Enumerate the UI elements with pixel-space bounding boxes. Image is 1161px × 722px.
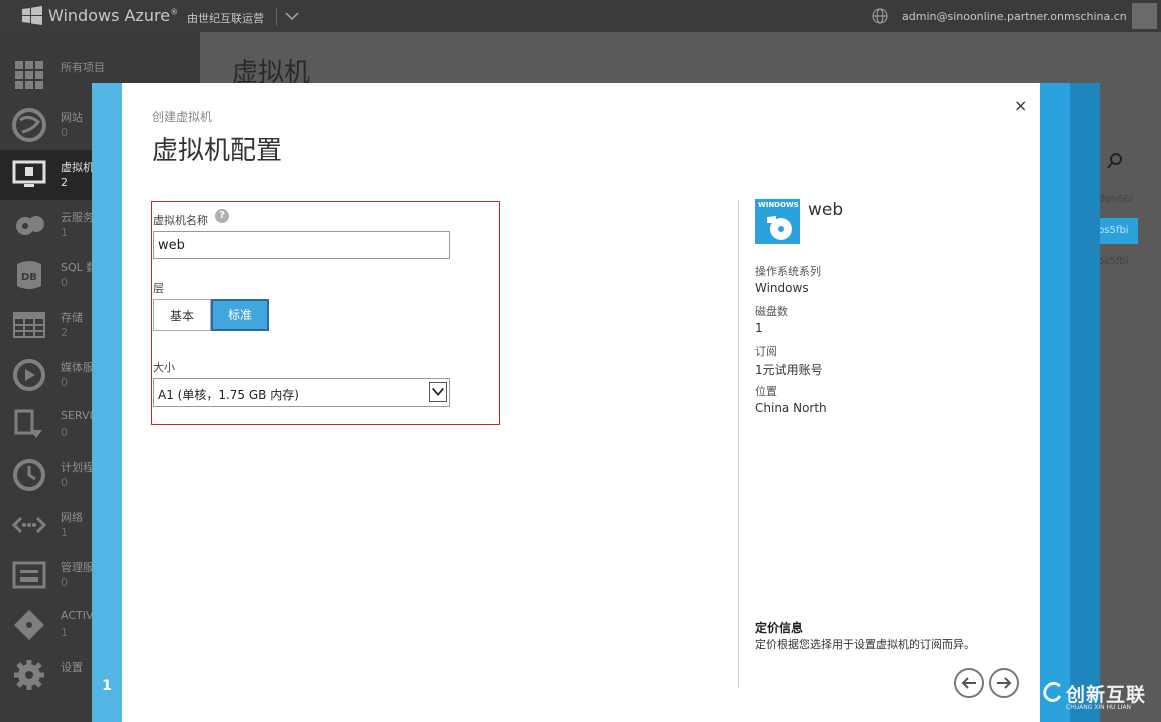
sidebar-item-count: 0 (61, 276, 68, 289)
sidebar-item-count: 2 (61, 176, 68, 189)
dialog-title: 虚拟机配置 (152, 136, 283, 166)
sidebar-item-label: 网络 (61, 511, 83, 524)
globe-icon[interactable] (872, 8, 888, 24)
back-button[interactable] (954, 668, 984, 698)
sidebar-item-label: 媒体服 (61, 361, 94, 374)
table-row[interactable]: bs5fbi (1098, 218, 1138, 244)
table-row[interactable]: dqh66l (1098, 194, 1138, 220)
disk-count-value: 1 (755, 321, 763, 335)
sidebar-item-count: 0 (61, 426, 68, 439)
cloud-gear-icon (16, 216, 44, 235)
operator-label: 由世纪互联运营 (187, 12, 264, 25)
grid-icon (15, 61, 43, 89)
search-icon[interactable] (1106, 152, 1124, 170)
clock-icon (13, 459, 45, 491)
network-icon (12, 516, 46, 534)
arrow-right-icon (997, 677, 1012, 689)
watermark-logo: 创新互联 CHUANG XIN HU LIAN (1040, 676, 1161, 722)
subscription-label: 订阅 (755, 345, 777, 358)
chevron-down-icon[interactable] (429, 382, 447, 402)
next-button[interactable] (989, 668, 1019, 698)
location-label: 位置 (755, 385, 777, 398)
brand-title[interactable]: Windows Azure® (48, 6, 178, 25)
os-family-value: Windows (755, 281, 809, 295)
watermark-swirl-icon (1043, 681, 1062, 702)
sidebar-item-label: ACTIV (61, 609, 94, 622)
sidebar-item-count: 0 (61, 476, 68, 489)
media-icon (13, 359, 45, 391)
db-icon: DB (17, 261, 41, 289)
monitor-icon (12, 160, 46, 187)
sidebar-item-label: 网站 (61, 111, 83, 124)
sidebar-item-count: 1 (61, 526, 68, 539)
pricing-text: 定价根据您选择用于设置虚拟机的订阅而异。 (755, 638, 975, 651)
sidebar-item-count: 0 (61, 576, 68, 589)
sidebar-item-label: 设置 (61, 661, 83, 674)
summary-vm-name: web (808, 200, 844, 220)
wizard-side-strip-dark (1070, 83, 1100, 722)
help-icon[interactable]: ? (215, 209, 229, 223)
sidebar-item-label: SERVI (61, 409, 93, 422)
panel-divider (738, 200, 739, 688)
sidebar-item-count: 1 (61, 226, 68, 239)
wizard-step-strip (92, 83, 122, 722)
top-bar: Windows Azure® 由世纪互联运营 admin@sinoonline.… (0, 0, 1161, 32)
table-row[interactable]: bs5fbi (1098, 256, 1138, 282)
size-select[interactable]: A1 (单核，1.75 GB 内存) (153, 378, 450, 407)
sidebar-item-count: 2 (61, 326, 68, 339)
sidebar-item-label: 云服务 (61, 211, 94, 224)
dialog-subtitle: 创建虚拟机 (152, 110, 213, 124)
sidebar-item-count: 1 (61, 626, 68, 639)
sidebar-item-label: 管理服 (61, 561, 94, 574)
os-family-label: 操作系统系列 (755, 265, 821, 278)
sidebar-item-count: 0 (61, 126, 68, 139)
disk-count-label: 磁盘数 (755, 305, 788, 318)
size-label: 大小 (153, 361, 175, 374)
vm-name-label: 虚拟机名称 (153, 214, 208, 227)
location-value: China North (755, 401, 827, 415)
subscription-value: 1元试用账号 (755, 363, 823, 377)
tier-basic-button[interactable]: 基本 (153, 299, 211, 331)
close-icon[interactable]: × (1014, 96, 1027, 115)
sidebar-item-count: 0 (61, 376, 68, 389)
wizard-step-number[interactable]: 1 (92, 678, 122, 694)
windows-os-badge: WINDOWS (755, 199, 800, 244)
avatar[interactable] (1132, 3, 1157, 29)
settings-icon (14, 660, 44, 690)
disc-icon (767, 216, 792, 240)
service-bus-icon (14, 409, 42, 438)
chevron-down-icon[interactable] (276, 8, 305, 26)
globe-icon (12, 108, 46, 142)
management-icon (12, 561, 46, 589)
tier-standard-button[interactable]: 标准 (211, 299, 269, 331)
wizard-side-strip (1040, 83, 1070, 722)
sidebar-item-label: 计划程 (61, 461, 94, 474)
user-account[interactable]: admin@sinoonline.partner.onmschina.cn (902, 10, 1127, 23)
pricing-title: 定价信息 (755, 621, 804, 635)
tier-label: 层 (153, 282, 164, 295)
diamond-icon (14, 610, 44, 640)
windows-logo-icon (22, 6, 42, 25)
sidebar-item-label: 虚拟机 (61, 161, 94, 174)
vm-name-input[interactable] (153, 231, 450, 259)
svg-text:DB: DB (21, 272, 37, 283)
arrow-left-icon (961, 677, 976, 689)
sidebar-item-label: 存储 (61, 311, 83, 324)
size-selected-value: A1 (单核，1.75 GB 内存) (158, 388, 299, 402)
sidebar-item-label: 所有项目 (61, 61, 105, 74)
table-icon (13, 312, 45, 338)
